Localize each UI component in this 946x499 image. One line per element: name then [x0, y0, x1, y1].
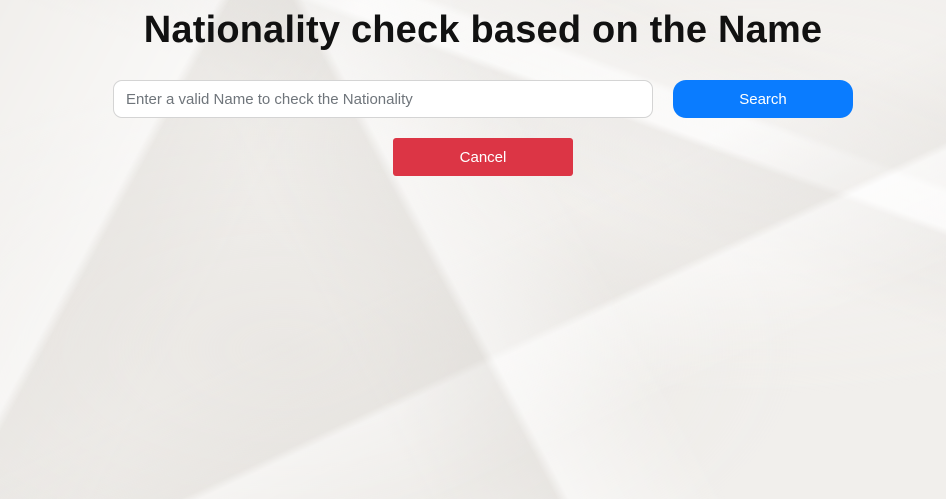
page-title: Nationality check based on the Name	[143, 9, 823, 51]
cancel-button[interactable]: Cancel	[393, 138, 573, 176]
name-search-input[interactable]	[113, 80, 653, 118]
search-button[interactable]: Search	[673, 80, 853, 118]
